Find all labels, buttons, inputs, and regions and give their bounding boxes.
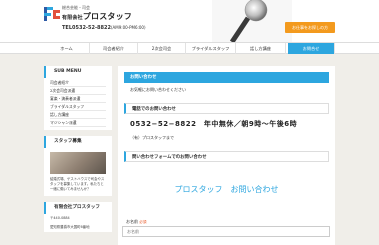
name-label: お名前 必須	[126, 219, 146, 225]
company-postal: 〒440-0884	[50, 216, 70, 220]
job-seeker-button[interactable]: お仕事をお探しの方	[285, 22, 335, 33]
sidebar: SUB MENU 司会者紹介 2次会司会派遣 宴楽・演奏者派遣 ブライダルスタッ…	[44, 66, 112, 238]
contact-header: お問い合わせ	[124, 72, 329, 83]
site-header: 総合芸能・司会 有限会社プロスタッフ TEL0532-52-8822(AM9:0…	[0, 0, 379, 42]
nav-speech-course[interactable]: 話し方講座	[236, 43, 286, 54]
company-info-title: 有限会社プロスタッフ	[44, 202, 112, 214]
nav-after-party[interactable]: 2次会司会	[138, 43, 186, 54]
sub-menu-item-mc[interactable]: 司会者紹介	[50, 79, 106, 87]
company-name-text: プロスタッフ	[82, 12, 133, 21]
name-input[interactable]	[122, 226, 330, 237]
phone-line[interactable]: 0532−52−8822 年中無休／朝9時〜午後6時	[118, 114, 335, 131]
tel-hours: (AM9:00-PM6:00)	[110, 25, 146, 30]
sub-menu-item-bridal[interactable]: ブライダルスタッフ	[50, 103, 106, 111]
sub-menu-item-performers[interactable]: 宴楽・演奏者派遣	[50, 95, 106, 103]
contact-intro-text: お気軽にお問い合わせください	[130, 87, 186, 92]
company-info-box: 有限会社プロスタッフ 〒440-0884 愛知県豊橋市大国町6番地	[44, 202, 112, 232]
tel-number: TEL0532-52-8822	[62, 25, 111, 31]
company-logo-icon[interactable]	[44, 6, 60, 22]
staff-recruit-box[interactable]: スタッフ募集 結婚式場、ゲストハウスで司会やスタッフを募集しています。私たちと一…	[44, 136, 112, 196]
sub-menu-list: 司会者紹介 2次会司会派遣 宴楽・演奏者派遣 ブライダルスタッフ 話し方講座 マ…	[44, 78, 112, 130]
contact-form-title: プロスタッフ お問い合わせ	[174, 185, 279, 194]
staff-photo	[50, 152, 106, 174]
company-name[interactable]: 有限会社プロスタッフ	[62, 11, 132, 22]
main-nav: ホーム 司会者紹介 2次会司会 ブライダルスタッフ 話し方講座 お問合せ	[0, 42, 379, 54]
company-address: 愛知県豊橋市大国町6番地	[50, 225, 90, 229]
company-prefix: 有限会社	[62, 15, 83, 21]
nav-bridal-staff[interactable]: ブライダルスタッフ	[186, 43, 236, 54]
sub-menu-title: SUB MENU	[44, 66, 112, 78]
staff-recruit-text: 結婚式場、ゲストハウスで司会やスタッフを募集しています。私たちと一緒に働いてみま…	[50, 177, 105, 191]
staff-recruit-title: スタッフ募集	[44, 136, 112, 148]
header-tel: TEL0532-52-8822(AM9:00-PM6:00)	[62, 25, 146, 31]
nav-home[interactable]: ホーム	[44, 43, 90, 54]
form-section-header: 問い合わせフォームでのお問い合わせ	[124, 151, 329, 162]
sub-menu-box: SUB MENU 司会者紹介 2次会司会派遣 宴楽・演奏者派遣 ブライダルスタッ…	[44, 66, 112, 130]
sub-menu-item-speech[interactable]: 話し方講座	[50, 111, 106, 119]
phone-company: （有）プロスタッフまで	[130, 135, 174, 140]
microphone-image	[212, 0, 292, 42]
name-required-badge: 必須	[139, 220, 147, 224]
phone-section-header: 電話でのお問い合わせ	[124, 103, 329, 114]
nav-mc-intro[interactable]: 司会者紹介	[90, 43, 138, 54]
sub-menu-item-magician[interactable]: マジシャン派遣	[50, 119, 106, 127]
nav-contact[interactable]: お問合せ	[288, 43, 335, 54]
main-content: お問い合わせ お気軽にお問い合わせください 電話でのお問い合わせ 0532−52…	[118, 66, 335, 245]
name-label-text: お名前	[126, 219, 138, 224]
sub-menu-item-after-party[interactable]: 2次会司会派遣	[50, 87, 106, 95]
